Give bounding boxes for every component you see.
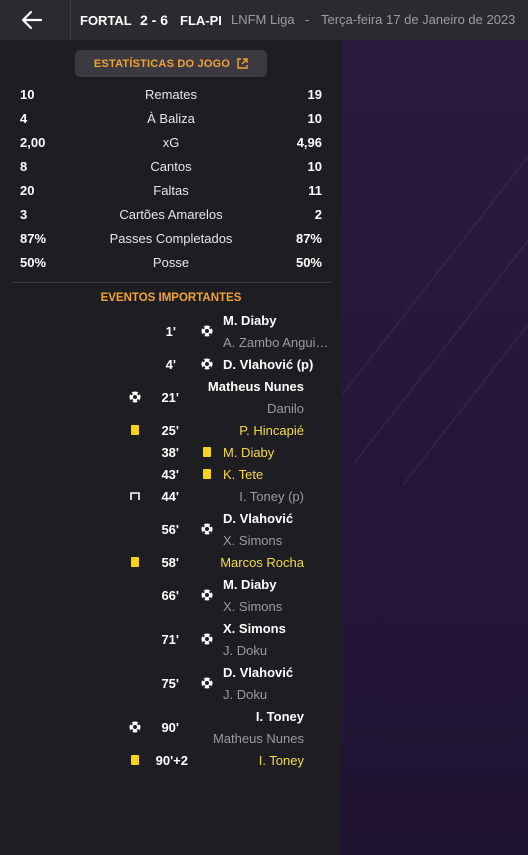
goal-ball-icon (201, 677, 213, 689)
event-minute: 43' (161, 467, 179, 482)
arrow-left-icon (21, 10, 43, 30)
yellow-card-icon (203, 469, 211, 479)
event-scorer[interactable]: Matheus Nunes (208, 379, 304, 394)
event-minute: 90' (161, 720, 179, 735)
stat-row-xg: 2,00 xG 4,96 (20, 135, 322, 153)
goal-ball-icon (201, 358, 213, 370)
back-button[interactable] (19, 8, 45, 32)
header-divider (70, 0, 71, 40)
event-assist[interactable]: X. Simons (223, 599, 282, 614)
stat-label: Posse (152, 255, 190, 270)
stat-label: À Baliza (147, 111, 195, 126)
stat-row-shots: 10 Remates 19 (20, 87, 322, 105)
goal-ball-icon (201, 523, 213, 535)
event-minute: 44' (161, 489, 179, 504)
stat-away-value: 10 (307, 111, 322, 126)
event-assist[interactable]: J. Doku (223, 643, 267, 658)
stat-label: Faltas (153, 183, 189, 198)
event-player[interactable]: I. Toney (p) (239, 489, 304, 504)
stat-away-value: 19 (307, 87, 322, 102)
event-assist[interactable]: A. Zambo Anguissa (223, 335, 331, 350)
match-score: 2 - 6 (140, 12, 169, 28)
event-booked-player[interactable]: P. Hincapié (239, 423, 304, 438)
stat-away-value: 11 (308, 183, 322, 198)
stat-label: Cartões Amarelos (119, 207, 223, 222)
event-booked-player[interactable]: M. Diaby (223, 445, 274, 460)
stat-away-value: 2 (314, 207, 322, 222)
event-scorer[interactable]: M. Diaby (223, 313, 276, 328)
stat-label: Remates (144, 87, 198, 102)
away-team-name[interactable]: FLA-PI (180, 13, 222, 28)
stat-away-value: 87% (295, 231, 322, 246)
event-minute: 66' (161, 588, 179, 603)
event-assist[interactable]: Danilo (267, 401, 304, 416)
stat-row-on-target: 4 À Baliza 10 (20, 111, 322, 129)
event-assist[interactable]: Matheus Nunes (213, 731, 304, 746)
competition-name[interactable]: LNFM Liga (231, 12, 295, 27)
match-header: FORTAL 2 - 6 FLA-PI LNFM Liga - Terça-fe… (0, 0, 528, 40)
goal-ball-icon (201, 589, 213, 601)
background-panel (342, 40, 528, 855)
yellow-card-icon (203, 447, 211, 457)
event-minute: 25' (161, 423, 179, 438)
match-stats-button[interactable]: ESTATÍSTICAS DO JOGO (75, 50, 267, 77)
event-minute: 56' (161, 522, 179, 537)
external-link-icon (237, 58, 248, 69)
stat-label: Cantos (150, 159, 192, 174)
stat-label: Passes Completados (109, 231, 233, 246)
event-scorer[interactable]: X. Simons (223, 621, 286, 636)
stat-row-passes: 87% Passes Completados 87% (20, 231, 322, 249)
goal-ball-icon (201, 325, 213, 337)
goal-ball-icon (201, 633, 213, 645)
event-minute: 38' (161, 445, 179, 460)
event-assist[interactable]: X. Simons (223, 533, 282, 548)
event-scorer[interactable]: D. Vlahović (223, 511, 293, 526)
event-booked-player[interactable]: K. Tete (223, 467, 263, 482)
section-divider (11, 282, 331, 283)
event-minute: 90'+2 (155, 753, 188, 768)
event-booked-player[interactable]: Marcos Rocha (220, 555, 304, 570)
event-minute: 58' (161, 555, 179, 570)
event-scorer[interactable]: M. Diaby (223, 577, 276, 592)
stat-away-value: 4,96 (296, 135, 322, 150)
stat-away-value: 50% (295, 255, 322, 270)
match-stats-label: ESTATÍSTICAS DO JOGO (93, 57, 231, 70)
event-scorer[interactable]: D. Vlahović (p) (223, 357, 313, 372)
home-team-name[interactable]: FORTAL (80, 13, 132, 28)
stat-row-possession: 50% Posse 50% (20, 255, 322, 273)
event-minute: 4' (165, 357, 176, 372)
stat-label: xG (162, 135, 180, 150)
event-minute: 1' (165, 324, 176, 339)
event-assist[interactable]: J. Doku (223, 687, 267, 702)
event-minute: 75' (161, 676, 179, 691)
key-events-title: EVENTOS IMPORTANTES (100, 292, 242, 304)
stat-away-value: 10 (307, 159, 322, 174)
stat-row-fouls: 20 Faltas 11 (20, 183, 322, 201)
stat-row-yellow-cards: 3 Cartões Amarelos 2 (20, 207, 322, 225)
event-minute: 21' (161, 390, 179, 405)
event-minute: 71' (161, 632, 179, 647)
event-scorer[interactable]: I. Toney (256, 709, 304, 724)
stat-row-corners: 8 Cantos 10 (20, 159, 322, 177)
header-separator: - (305, 12, 310, 27)
match-date: Terça-feira 17 de Janeiro de 2023 (321, 12, 516, 27)
event-scorer[interactable]: D. Vlahović (223, 665, 293, 680)
event-booked-player[interactable]: I. Toney (259, 753, 304, 768)
